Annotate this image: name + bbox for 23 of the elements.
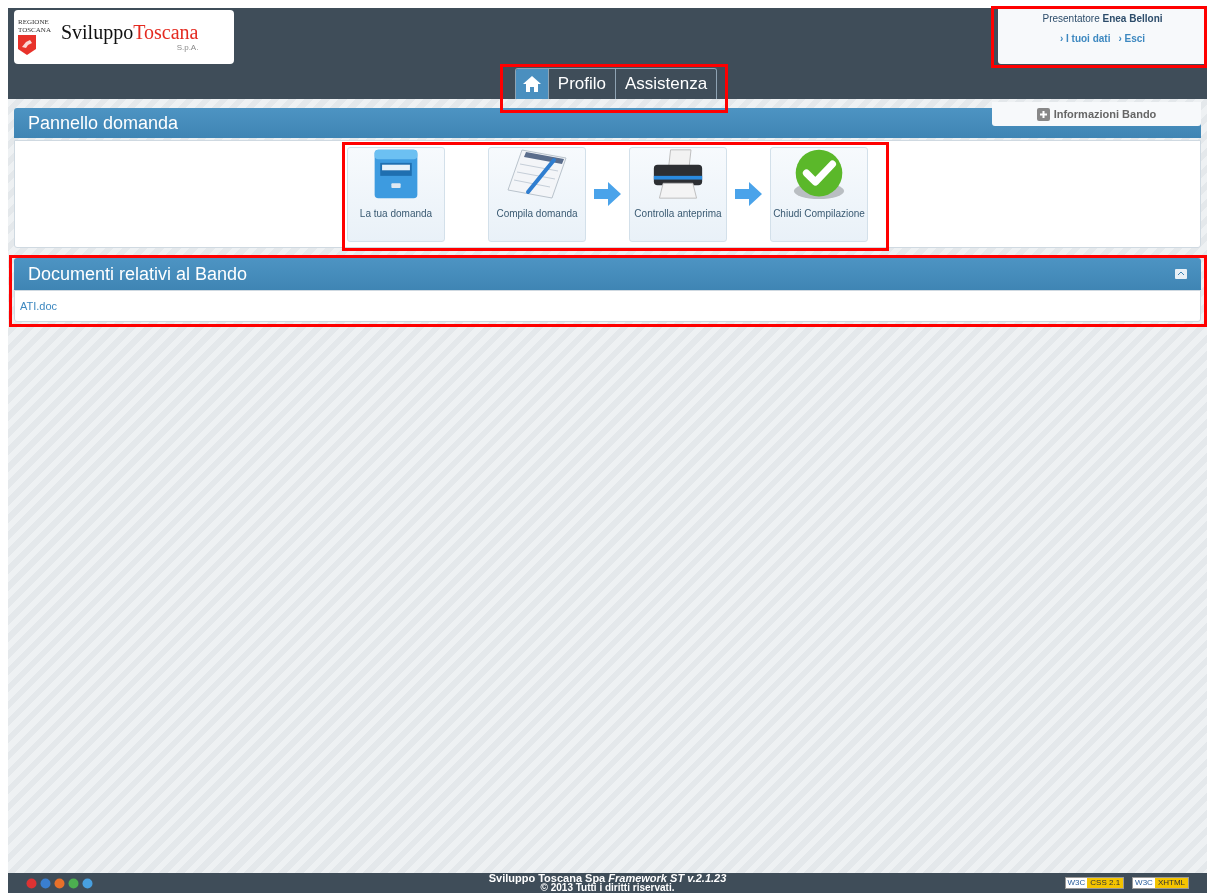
plus-icon	[1036, 107, 1050, 121]
user-link[interactable]: › Esci	[1118, 31, 1146, 46]
collapse-icon	[1175, 269, 1187, 279]
user-link[interactable]: › I tuoi dati	[1059, 31, 1111, 46]
step-button[interactable]: Controlla anteprima	[629, 146, 727, 242]
nav-tab[interactable]: Assistenza	[615, 69, 717, 99]
step-button[interactable]: La tua domanda	[347, 146, 445, 242]
panel-title: Pannello domanda	[28, 111, 179, 135]
document-link[interactable]: ATI.doc	[20, 297, 58, 315]
validator-badge: W3C XHTML	[1132, 877, 1189, 889]
presenter-label: Presentatore Enea Belloni	[1042, 12, 1163, 26]
validator-badge: W3C CSS 2.1	[1064, 877, 1125, 889]
home-tab[interactable]	[515, 69, 548, 99]
copyright-text: © 2013 Tutti i diritti riservati.	[540, 883, 675, 893]
brand-name: SviluppoToscana	[60, 21, 199, 43]
home-icon	[521, 75, 542, 93]
step-button[interactable]: Chiudi Compilazione	[770, 146, 868, 242]
panel-title: Documenti relativi al Bando	[28, 262, 249, 286]
footer-credit: Sviluppo Toscana Spa Framework ST v.2.1.23	[488, 873, 727, 883]
brand-suffix: S.p.A.	[176, 43, 199, 53]
info-tab[interactable]: Informazioni Bando	[992, 102, 1201, 126]
notepad-pen-icon	[506, 147, 568, 200]
step-button[interactable]: Compila domanda	[488, 146, 586, 242]
